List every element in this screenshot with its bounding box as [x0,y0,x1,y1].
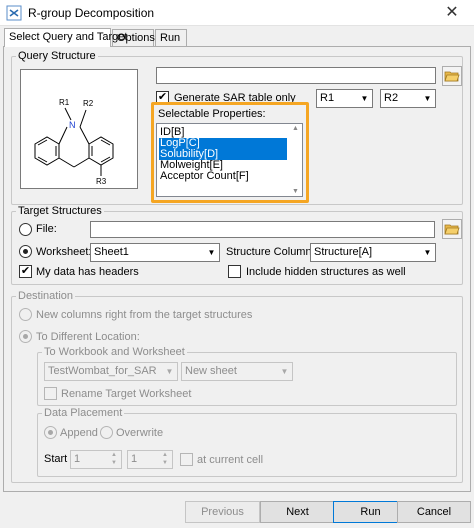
title-bar: R-group Decomposition ✕ [0,0,474,26]
start-row-value: 1 [74,453,81,465]
append-radio[interactable] [44,426,57,439]
app-icon [6,5,22,21]
worksheet-dropdown-value: Sheet1 [94,246,129,258]
worksheet-label: Worksheet: [36,246,92,258]
structure-column-value: Structure[A] [314,246,373,258]
start-row-stepper[interactable]: 1 ▲ ▼ [70,450,122,469]
r2-dropdown-value: R2 [384,92,399,104]
stepper-arrows-icon[interactable]: ▲ ▼ [107,451,121,468]
chevron-down-icon: ▼ [420,90,435,107]
query-structure-legend: Query Structure [18,50,96,62]
different-location-label: To Different Location: [36,331,140,343]
stepper-arrows-icon[interactable]: ▲ ▼ [158,451,172,468]
property-item-acceptor-count[interactable]: Acceptor Count[F] [159,171,287,182]
at-current-cell-checkbox[interactable] [180,453,193,466]
workbook-dropdown-value: TestWombat_for_SAR (1).xl [48,365,158,377]
molecule-drawing: N R1 R2 R3 [34,98,114,186]
data-placement-legend: Data Placement [44,407,123,419]
query-structure-canvas[interactable]: N R1 R2 R3 [20,69,138,189]
cancel-button[interactable]: Cancel [397,501,471,523]
chevron-down-icon: ▼ [204,244,219,261]
rename-worksheet-label: Rename Target Worksheet [61,388,192,400]
query-file-input[interactable] [156,67,436,84]
overwrite-label: Overwrite [116,427,164,439]
different-location-radio[interactable] [19,330,32,343]
target-browse-button[interactable] [442,219,462,239]
query-browse-button[interactable] [442,66,462,86]
folder-icon [444,71,460,82]
worksheet-dropdown[interactable]: Sheet1 ▼ [90,243,220,262]
list-scrollbar[interactable]: ▲ ▼ [289,124,302,196]
start-col-value: 1 [131,453,138,465]
file-radio[interactable] [19,223,32,236]
r3-atom-label: R3 [96,177,107,186]
tab-select-query-and-target[interactable]: Select Query and Target [4,28,127,47]
destination-legend: Destination [18,290,74,302]
headers-label: My data has headers [36,266,139,278]
target-structures-legend: Target Structures [18,205,102,217]
chevron-down-icon: ▼ [277,363,292,380]
workbook-worksheet-legend: To Workbook and Worksheet [44,346,185,358]
next-button[interactable]: Next [260,501,335,523]
include-hidden-checkbox[interactable] [228,265,241,278]
close-icon[interactable]: ✕ [440,2,464,24]
previous-button[interactable]: Previous [185,501,260,523]
r1-atom-label: R1 [59,98,70,107]
new-columns-label: New columns right from the target struct… [36,309,253,321]
workbook-dropdown[interactable]: TestWombat_for_SAR (1).xl ▼ [44,362,178,381]
tab-run[interactable]: Run [155,29,187,46]
target-file-input[interactable] [90,221,435,238]
start-col-stepper[interactable]: 1 ▲ ▼ [127,450,173,469]
overwrite-radio[interactable] [100,426,113,439]
file-label: File: [36,223,57,235]
new-columns-radio[interactable] [19,308,32,321]
structure-column-dropdown[interactable]: Structure[A] ▼ [310,243,436,262]
chevron-down-icon: ▼ [420,244,435,261]
worksheet-radio[interactable] [19,245,32,258]
r2-atom-label: R2 [83,99,94,108]
r1-dropdown-value: R1 [320,92,335,104]
chevron-down-icon: ▼ [162,363,177,380]
r1-dropdown[interactable]: R1 ▼ [316,89,373,108]
r2-dropdown[interactable]: R2 ▼ [380,89,436,108]
folder-icon [444,224,460,235]
scroll-up-icon[interactable]: ▲ [289,125,302,132]
selectable-properties-label: Selectable Properties: [158,108,266,120]
start-label: Start [44,453,68,465]
window-title: R-group Decomposition [28,6,155,20]
scroll-down-icon[interactable]: ▼ [289,188,302,195]
selectable-properties-list[interactable]: ID[B] LogP[C] Solubility[D] Molweight[E]… [156,123,303,197]
structure-column-label: Structure Column: [226,246,315,258]
chevron-down-icon: ▼ [357,90,372,107]
tab-panel: Query Structure N R1 R2 R3 ✔ Generate SA… [3,46,471,492]
sheet-dropdown[interactable]: New sheet ▼ [181,362,293,381]
include-hidden-label: Include hidden structures as well [246,266,406,278]
rename-worksheet-checkbox[interactable] [44,387,57,400]
atom-n-label: N [69,120,76,130]
sheet-dropdown-value: New sheet [185,365,237,377]
headers-checkbox[interactable]: ✔ [19,265,32,278]
at-current-cell-label: at current cell [197,454,264,466]
append-label: Append [60,427,98,439]
